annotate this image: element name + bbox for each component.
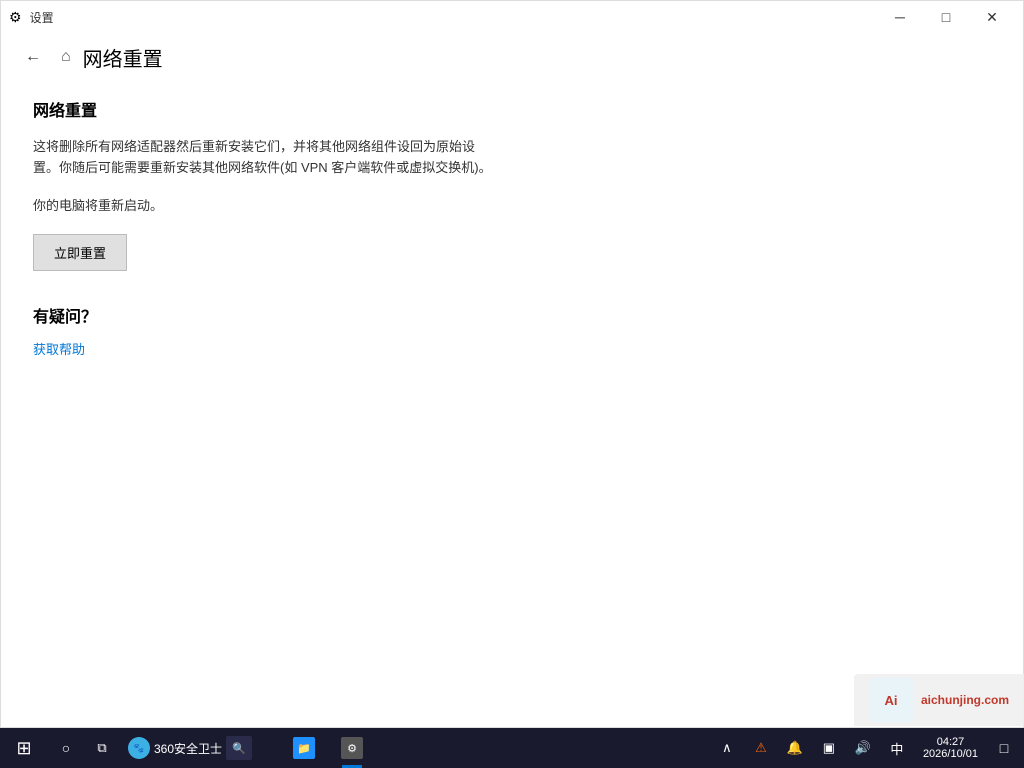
taskbar-app-360[interactable]: 🐾 360安全卫士 🔍 [120, 728, 280, 768]
file-explorer-icon: 📁 [293, 737, 315, 759]
taskbar-search-box[interactable]: 🔍 [226, 736, 252, 760]
volume-icon[interactable]: 🔊 [847, 728, 879, 768]
app-360-icon: 🐾 [128, 737, 150, 759]
restart-note: 你的电脑将重新启动。 [33, 195, 991, 214]
show-hidden-icons-button[interactable]: ∧ [711, 728, 743, 768]
start-button[interactable]: ⊞ [0, 728, 48, 768]
help-link[interactable]: 获取帮助 [33, 342, 85, 357]
back-button[interactable]: ← [17, 41, 49, 73]
task-view-button[interactable]: ⧉ [84, 728, 120, 768]
task-view-icon: ⧉ [97, 740, 106, 756]
content-area: 网络重置 这将删除所有网络适配器然后重新安装它们，并将其他网络组件设回为原始设置… [1, 81, 1023, 375]
taskbar-settings[interactable]: ⚙ [328, 728, 376, 768]
watermark: Ai aichunjing.com [854, 674, 1024, 726]
reset-now-button[interactable]: 立即重置 [33, 234, 127, 271]
title-bar-left: ⚙ 设置 [9, 9, 54, 26]
taskbar-search-icon: 🔍 [232, 742, 246, 755]
settings-app-icon: ⚙ [341, 737, 363, 759]
window-title: 设置 [30, 9, 54, 26]
taskbar: ⊞ ○ ⧉ 🐾 360安全卫士 🔍 📁 ⚙ ∧ ⚠ [0, 728, 1024, 768]
watermark-site: aichunjing.com [921, 693, 1009, 707]
app-360-text: 360安全卫士 [154, 740, 222, 757]
action-center-icon: □ [1000, 740, 1008, 756]
notification-bell-icon[interactable]: 🔔 [779, 728, 811, 768]
up-arrow-icon: ∧ [722, 740, 732, 756]
display-icon[interactable]: ▣ [813, 728, 845, 768]
question-title: 有疑问？ [33, 303, 991, 327]
security-warning-icon[interactable]: ⚠ [745, 728, 777, 768]
taskbar-clock[interactable]: 04:27 2026/10/01 [915, 728, 986, 768]
home-icon[interactable]: ⌂ [61, 48, 71, 66]
taskbar-file-explorer[interactable]: 📁 [280, 728, 328, 768]
minimize-button[interactable]: ─ [877, 1, 923, 33]
action-center-button[interactable]: □ [988, 728, 1020, 768]
section-title: 网络重置 [33, 97, 991, 121]
settings-window-icon: ⚙ [9, 9, 22, 26]
taskbar-right: ∧ ⚠ 🔔 ▣ 🔊 中 04:27 2026/10/01 □ [707, 728, 1024, 768]
nav-bar: ← ⌂ 网络重置 [1, 33, 1023, 81]
title-bar: ⚙ 设置 ─ □ ✕ [1, 1, 1023, 33]
restore-button[interactable]: □ [923, 1, 969, 33]
start-icon: ⊞ [16, 738, 31, 759]
title-bar-controls: ─ □ ✕ [877, 1, 1015, 33]
cortana-icon: ○ [62, 740, 70, 756]
close-button[interactable]: ✕ [969, 1, 1015, 33]
clock-time: 04:27 [937, 736, 965, 748]
cortana-button[interactable]: ○ [48, 728, 84, 768]
language-indicator[interactable]: 中 [881, 728, 913, 768]
page-title: 网络重置 [83, 43, 163, 72]
clock-date: 2026/10/01 [923, 748, 978, 760]
settings-window: ⚙ 设置 ─ □ ✕ ← ⌂ 网络重置 网络重置 这将删除所有网络适配器然后重新… [0, 0, 1024, 728]
watermark-logo: Ai [869, 678, 913, 722]
description-text: 这将删除所有网络适配器然后重新安装它们，并将其他网络组件设回为原始设置。你随后可… [33, 137, 493, 179]
